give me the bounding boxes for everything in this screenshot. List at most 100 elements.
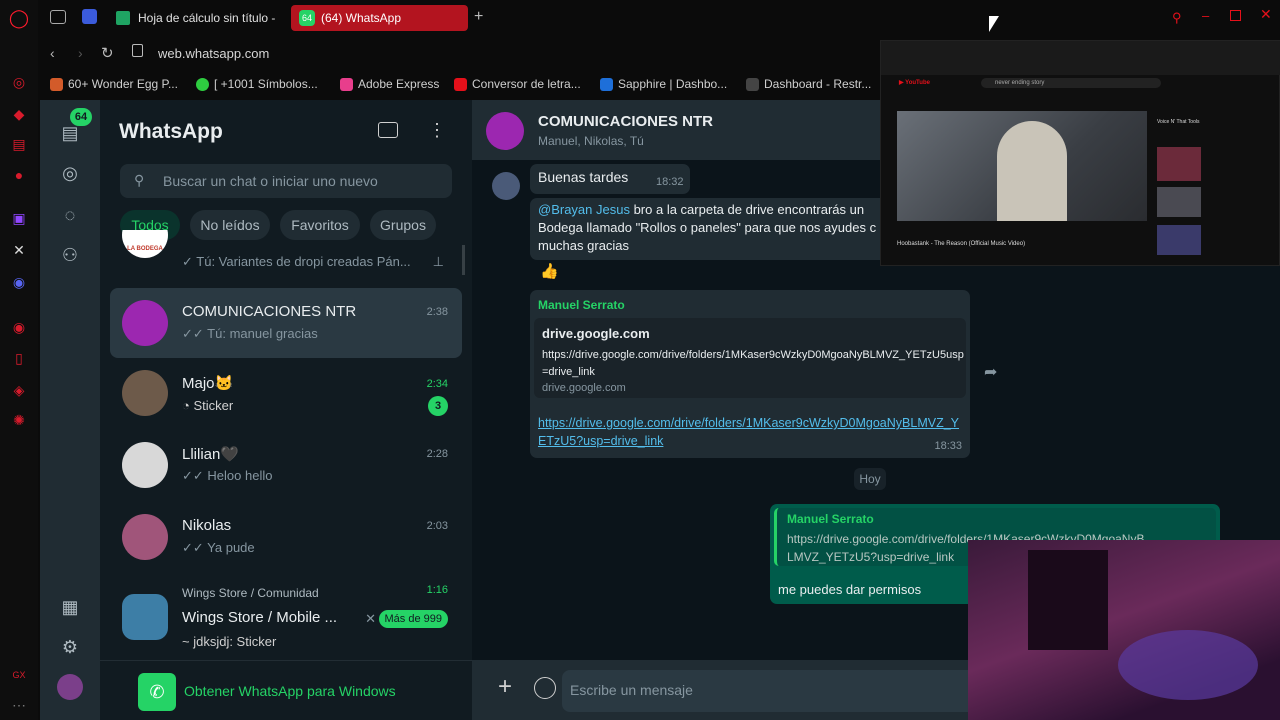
reaction-emoji[interactable]: 👍 [540,262,559,280]
chat-row[interactable]: Llilian🖤 ✓✓ Heloo hello 2:28 [110,430,462,500]
chat-list-panel: WhatsApp ⋮ ⚲ Buscar un chat o iniciar un… [100,100,472,720]
get-app-banner[interactable]: ✆ Obtener WhatsApp para Windows [100,660,472,720]
bookmark-icon [746,77,759,91]
chat-row-active[interactable]: COMUNICACIONES NTR ✓✓ Tú: manuel gracias… [110,288,462,358]
webcam-window [1028,550,1108,650]
status-icon[interactable]: ◎ [57,160,83,186]
unread-count-badge: 3 [428,396,448,416]
incoming-message: Buenas tardes 18:32 [530,164,690,194]
url-field[interactable]: web.whatsapp.com [158,46,269,61]
twitch-icon[interactable]: ▣ [9,208,29,228]
address-bar: ‹ › ↻ web.whatsapp.com [38,36,880,72]
adobe-icon [340,77,353,91]
sheets-icon [116,11,130,25]
chat-avatar [122,370,168,416]
video-title: Hoobastank - The Reason (Official Music … [897,241,1026,247]
extensions-icon[interactable]: ◈ [9,380,29,400]
bookmark-item[interactable]: 60+ Wonder Egg P... [50,77,178,91]
chat-row[interactable]: Wings Store / Comunidad Wings Store / Mo… [110,574,462,658]
video-player[interactable] [897,111,1147,221]
webcam-overlay [968,540,1280,720]
overlay-search[interactable]: never ending story [981,78,1161,88]
pinboard-icon[interactable]: ◆ [9,104,29,124]
forward-icon[interactable]: › [78,45,83,61]
media-icon[interactable]: ▦ [57,594,83,620]
bookmark-item[interactable]: Dashboard - Restr... [746,77,871,91]
x-icon[interactable]: ✕ [9,240,29,260]
new-chat-icon[interactable] [378,122,398,138]
wallet-icon[interactable]: ● [9,165,29,185]
app-icon[interactable] [82,9,97,24]
day-divider: Hoy [854,468,886,490]
chat-avatar: LA BODEGA [122,230,168,258]
attach-icon[interactable]: + [498,673,512,701]
webcam-object [1118,630,1258,700]
bookmark-item[interactable]: Adobe Express [340,77,439,91]
settings-gear-icon[interactable]: ⚙ [57,634,83,660]
back-icon[interactable]: ‹ [50,45,55,61]
aria-icon[interactable]: ◎ [9,72,29,92]
youtube-overlay[interactable]: ▶ YouTube never ending story Hoobastank … [880,40,1280,266]
chat-preview: ✓✓ Ya pude [182,540,255,555]
chat-preview: ✓✓ Heloo hello [182,468,273,483]
mention-link[interactable]: @Brayan Jesus [538,202,630,217]
whatsapp-tab-icon: 64 [299,10,315,26]
communities-icon[interactable]: ⚇ [57,242,83,268]
workspaces-icon[interactable] [50,10,66,24]
pin-icon: ⊥ [432,254,444,269]
settings-icon[interactable]: ✺ [9,410,29,430]
mute-icon: ✕ [365,611,376,626]
emoji-icon[interactable] [534,677,556,699]
tab-whatsapp[interactable]: 64 (64) WhatsApp [291,5,468,31]
incoming-link-message: Manuel Serrato drive.google.com https://… [530,290,970,458]
chat-row[interactable]: LA BODEGA ✓ Tú: Variantes de dropi cread… [110,230,462,276]
chat-row[interactable]: Majo🐱 ◔ Sticker 2:34 3 [110,360,462,430]
bookmark-item[interactable]: Sapphire | Dashbo... [600,77,727,91]
profile-avatar[interactable] [57,674,83,700]
gx-icon[interactable]: GX [9,665,29,685]
group-avatar[interactable] [486,112,524,150]
new-tab-icon[interactable]: + [474,8,483,26]
tab-spreadsheet[interactable]: Hoja de cálculo sin título - [108,5,278,31]
chat-row[interactable]: Nikolas ✓✓ Ya pude 2:03 [110,502,462,572]
chat-preview: ◔ Sticker [182,398,234,413]
bookmark-icon [50,77,63,91]
discord-icon[interactable]: ◉ [9,272,29,292]
overlay-browser-bar [881,41,1280,75]
channels-icon[interactable]: ◌ [57,202,83,228]
message-input[interactable]: Escribe un mensaje [562,670,992,712]
feed-icon[interactable]: ▤ [9,134,29,154]
chat-avatar [122,300,168,346]
recommended-thumb[interactable] [1157,225,1201,255]
whatsapp-logo-icon: ✆ [138,673,176,711]
whatsapp-nav-rail: ▤ 64 ◎ ◌ ⚇ ▦ ⚙ [40,100,100,720]
bookmark-item[interactable]: [ +1001 Símbolos... [196,77,318,91]
minimize-icon[interactable]: – [1202,8,1209,23]
unread-badge: 64 [70,108,92,126]
close-window-icon[interactable]: ✕ [1260,6,1272,23]
player-icon[interactable]: ◉ [9,317,29,337]
search-tabs-icon[interactable]: ⚲ [1172,10,1182,26]
bookmark-item[interactable]: Conversor de letra... [454,77,581,91]
link-preview-card[interactable]: drive.google.com https://drive.google.co… [534,318,966,398]
bookmarks-bar: 60+ Wonder Egg P... [ +1001 Símbolos... … [38,72,880,98]
video-frame [997,121,1067,221]
mouse-cursor-icon [989,16,999,32]
chat-preview: ✓ Tú: Variantes de dropi creadas Pán... [182,254,411,269]
sapphire-icon [600,77,613,91]
maximize-icon[interactable] [1230,10,1241,21]
chat-preview: ✓✓ Tú: manuel gracias [182,326,318,341]
recommended-thumb[interactable] [1157,147,1201,181]
forward-icon[interactable]: ➦ [984,362,997,382]
opera-logo-icon[interactable]: ◯ [9,8,29,28]
drive-link[interactable]: https://drive.google.com/drive/folders/1… [538,414,962,450]
unread-count-badge: Más de 999 [378,610,448,628]
community-avatar [122,594,168,640]
menu-icon[interactable]: ⋮ [428,120,446,141]
recommended-thumb[interactable] [1157,187,1201,217]
more-icon[interactable]: ⋯ [9,695,29,715]
scrollbar[interactable] [462,245,465,275]
history-icon[interactable]: ▯ [9,348,29,368]
search-input[interactable]: ⚲ Buscar un chat o iniciar uno nuevo [120,164,452,198]
reload-icon[interactable]: ↻ [101,44,114,62]
